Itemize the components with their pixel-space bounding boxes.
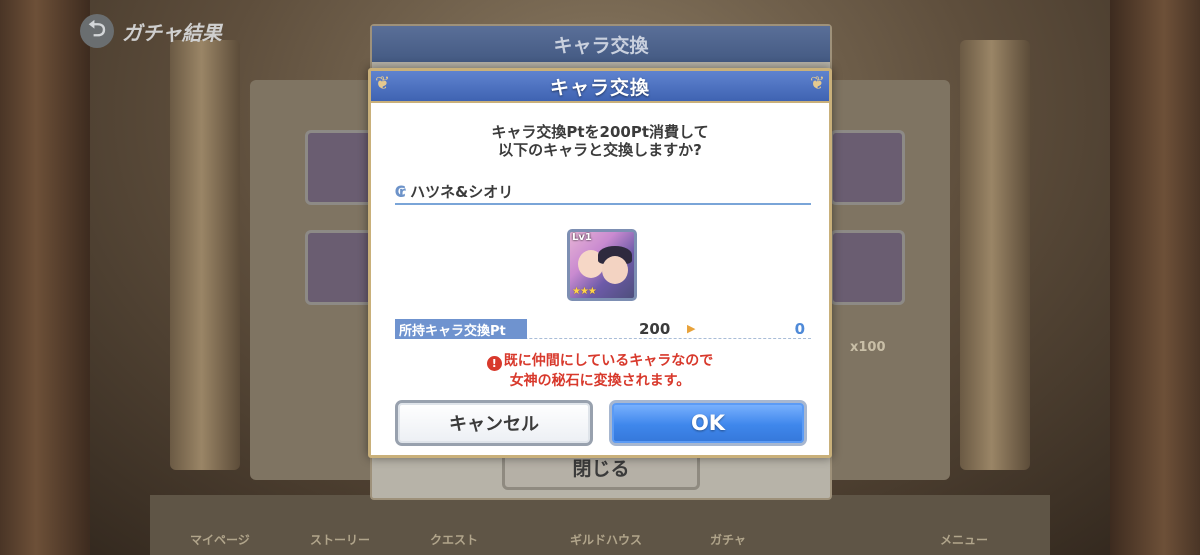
footer-tab-quest[interactable]: クエスト xyxy=(430,531,478,548)
footer-nav: マイページ ストーリー クエスト ギルドハウス ガチャ メニュー xyxy=(150,495,1050,555)
arrow-right-icon: ▶ xyxy=(687,322,696,335)
character-portrait[interactable]: Lv1 ★★★ xyxy=(567,229,637,301)
points-after: 0 xyxy=(794,320,805,338)
warning-message: ! 既に仲間にしているキャラなので 女神の秘石に変換されます。 xyxy=(371,351,829,391)
ok-button[interactable]: OK xyxy=(609,400,807,446)
footer-tab-mypage[interactable]: マイページ xyxy=(190,531,250,548)
character-name: ハツネ&シオリ xyxy=(410,182,514,201)
pillar-left xyxy=(170,40,240,470)
warning-line1: 既に仲間にしているキャラなので xyxy=(503,353,714,369)
result-card xyxy=(830,130,905,205)
curtain-left xyxy=(0,0,90,555)
back-arrow-icon[interactable]: ⮌ xyxy=(80,14,114,48)
warning-icon: ! xyxy=(486,356,502,371)
ornament-icon: ❦ xyxy=(375,73,391,94)
count-badge: x100 xyxy=(850,340,886,355)
top-bar: ⮌ ガチャ結果 xyxy=(80,14,222,48)
dialog-title: キャラ交換 xyxy=(549,76,650,99)
footer-tab-menu[interactable]: メニュー xyxy=(940,531,988,548)
points-label: 所持キャラ交換Pt xyxy=(395,319,527,339)
dialog-header: ❦ キャラ交換 ❦ xyxy=(371,71,829,103)
exchange-dialog: ❦ キャラ交換 ❦ キャラ交換Ptを200Pt消費して 以下のキャラと交換します… xyxy=(368,68,832,458)
confirm-message-line2: 以下のキャラと交換しますか? xyxy=(498,141,702,159)
result-card xyxy=(830,230,905,305)
screen-title: ガチャ結果 xyxy=(122,20,222,45)
confirm-message-line1: キャラ交換Ptを200Pt消費して xyxy=(491,123,709,141)
name-deco-icon: ₢ xyxy=(395,181,407,201)
ornament-icon: ❦ xyxy=(809,73,825,94)
character-level: Lv1 xyxy=(572,232,592,243)
portrait-face xyxy=(602,256,628,284)
underlying-dialog-title: キャラ交換 xyxy=(372,26,830,62)
points-row: 所持キャラ交換Pt 200 ▶ 0 xyxy=(395,319,811,339)
points-before: 200 xyxy=(639,320,671,338)
footer-tab-gacha[interactable]: ガチャ xyxy=(710,531,746,548)
character-name-row: ₢ ハツネ&シオリ xyxy=(395,179,811,205)
curtain-right xyxy=(1110,0,1200,555)
footer-tab-guildhouse[interactable]: ギルドハウス xyxy=(570,531,642,548)
pillar-right xyxy=(960,40,1030,470)
footer-tab-story[interactable]: ストーリー xyxy=(310,531,370,548)
warning-line2: 女神の秘石に変換されます。 xyxy=(509,373,691,389)
confirm-message: キャラ交換Ptを200Pt消費して 以下のキャラと交換しますか? xyxy=(371,123,829,159)
cancel-button[interactable]: キャンセル xyxy=(395,400,593,446)
star-rating-icon: ★★★ xyxy=(572,286,597,297)
